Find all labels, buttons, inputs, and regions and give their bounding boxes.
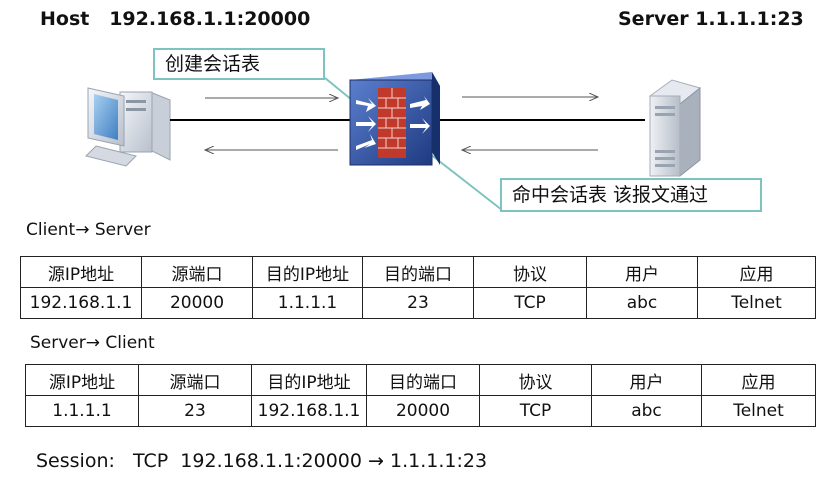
server-to-client-caption: Server→ Client [30,333,155,353]
host-computer-icon [85,87,171,167]
cell-protocol: TCP [473,287,587,319]
header-cell: 目的IP地址 [251,364,367,396]
header-cell: 应用 [701,364,816,396]
cell-destination-port: 20000 [366,395,480,427]
header-cell: 目的端口 [362,256,474,288]
client-to-server-caption: Client→ Server [26,220,151,240]
cell-user: abc [591,395,702,427]
cell-application: Telnet [697,287,816,319]
firewall-icon [349,72,440,166]
header-cell: 用户 [591,364,702,396]
cell-destination-ip: 1.1.1.1 [252,287,363,319]
header-cell: 协议 [473,256,587,288]
cell-source-port: 23 [138,395,252,427]
client-to-server-table: 源IP地址 源端口 目的IP地址 目的端口 协议 用户 应用 192.168.1… [20,256,816,319]
cell-source-ip: 192.168.1.1 [20,287,142,319]
header-cell: 协议 [479,364,592,396]
server-to-client-table: 源IP地址 源端口 目的IP地址 目的端口 协议 用户 应用 1.1.1.1 2… [25,364,816,427]
callout-create-connector [324,77,353,101]
header-cell: 应用 [697,256,816,288]
table-header-row: 源IP地址 源端口 目的IP地址 目的端口 协议 用户 应用 [20,256,816,288]
header-cell: 源IP地址 [20,256,142,288]
cell-source-ip: 1.1.1.1 [25,395,139,427]
table-row: 1.1.1.1 23 192.168.1.1 20000 TCP abc Tel… [25,395,816,427]
header-cell: 用户 [586,256,698,288]
cell-application: Telnet [701,395,816,427]
callout-session-hit: 命中会话表 该报文通过 [500,178,762,212]
header-cell: 源端口 [141,256,253,288]
cell-destination-ip: 192.168.1.1 [251,395,367,427]
callout-create-session: 创建会话表 [153,48,325,80]
header-cell: 源端口 [138,364,252,396]
server-icon [648,79,702,178]
table-header-row: 源IP地址 源端口 目的IP地址 目的端口 协议 用户 应用 [25,364,816,396]
cell-destination-port: 23 [362,287,474,319]
cell-user: abc [586,287,698,319]
cell-source-port: 20000 [141,287,253,319]
cell-protocol: TCP [479,395,592,427]
header-cell: 目的端口 [366,364,480,396]
header-cell: 目的IP地址 [252,256,363,288]
table-row: 192.168.1.1 20000 1.1.1.1 23 TCP abc Tel… [20,287,816,319]
header-cell: 源IP地址 [25,364,139,396]
session-summary: Session: TCP 192.168.1.1:20000 → 1.1.1.1… [36,450,488,472]
